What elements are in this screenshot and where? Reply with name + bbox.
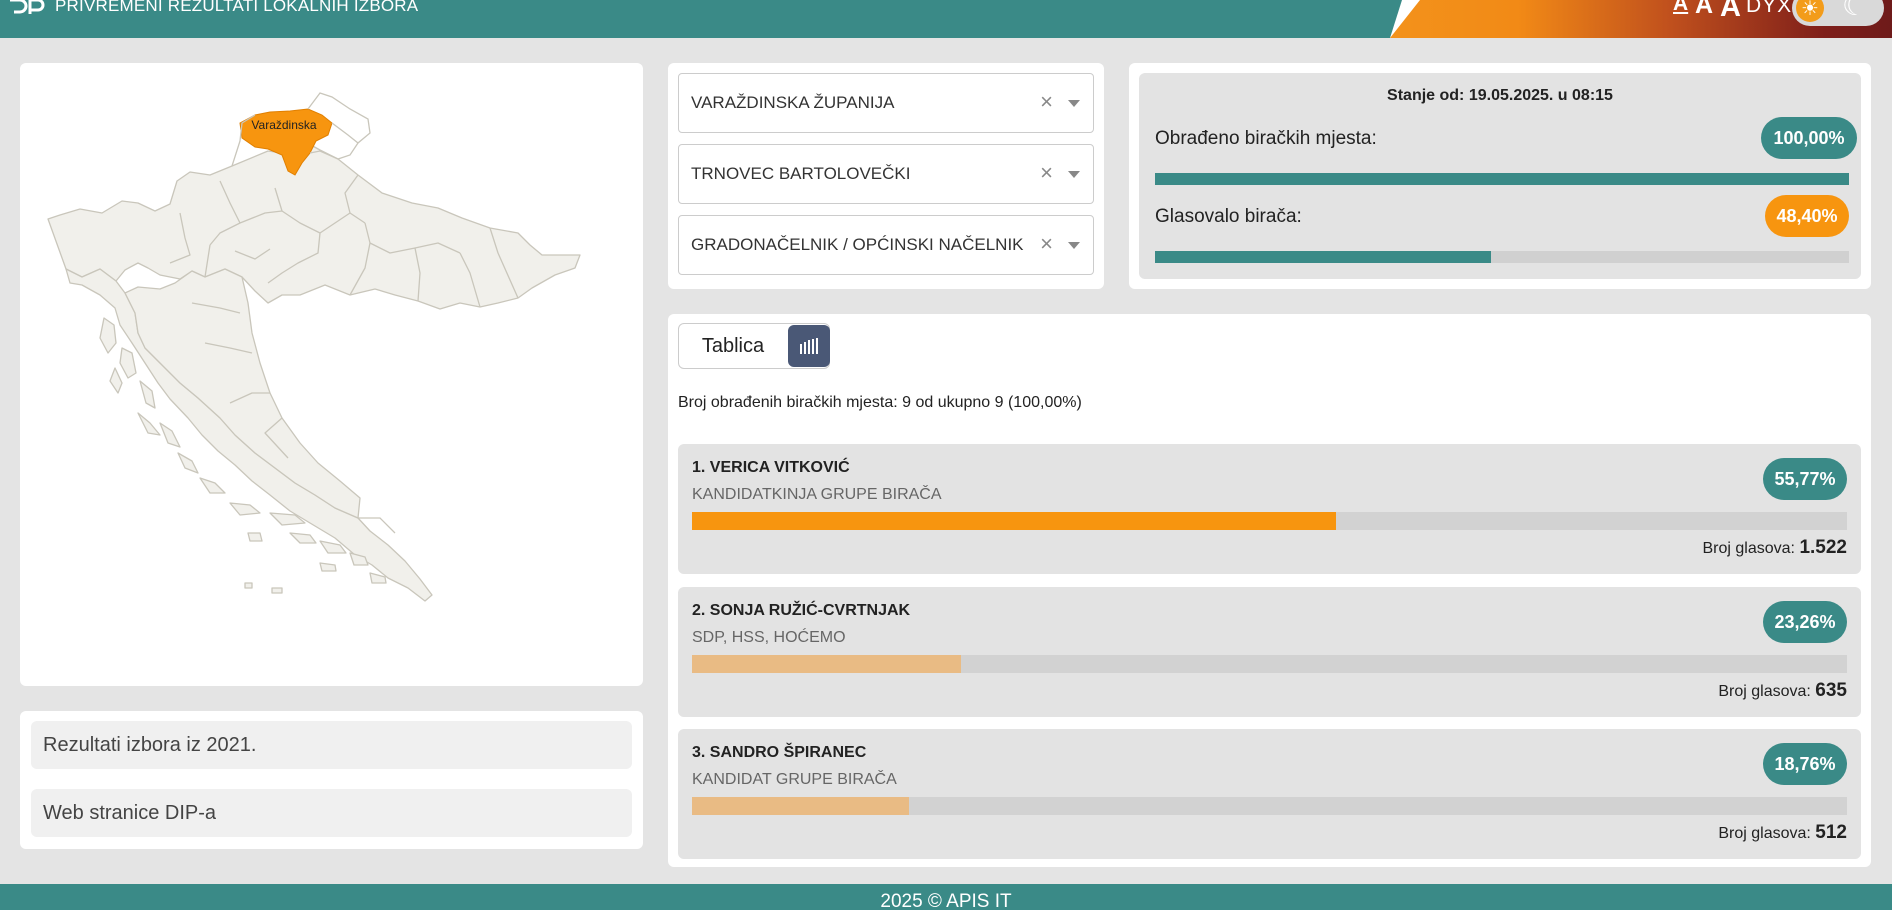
candidate-progress bbox=[692, 512, 1847, 530]
processed-badge: 100,00% bbox=[1761, 117, 1857, 159]
view-toggle: Tablica bbox=[678, 323, 830, 369]
footer: 2025 © APIS IT bbox=[0, 884, 1892, 910]
sun-icon[interactable]: ☀ bbox=[1796, 0, 1824, 22]
candidate-card: 2. SONJA RUŽIĆ-CVRTNJAK SDP, HSS, HOĆEMO… bbox=[678, 587, 1861, 717]
votes-label: Broj glasova: bbox=[1702, 540, 1796, 557]
candidate-party: KANDIDATKINJA GRUPE BIRAČA bbox=[692, 486, 942, 503]
turnout-label: Glasovalo birača: bbox=[1155, 206, 1302, 227]
candidate-progress-fill bbox=[692, 797, 909, 815]
county-select-value: VARAŽDINSKA ŽUPANIJA bbox=[691, 93, 895, 112]
votes-value: 512 bbox=[1815, 822, 1847, 843]
municipality-select-value: TRNOVEC BARTOLOVEČKI bbox=[691, 164, 911, 183]
map-island bbox=[247, 532, 263, 542]
map-island bbox=[109, 367, 123, 394]
map-island bbox=[119, 347, 137, 379]
font-size-small-button[interactable]: A bbox=[1673, 0, 1688, 14]
theme-toggle[interactable]: ☀ ☾ bbox=[1792, 0, 1884, 26]
candidate-votes: Broj glasova: 512 bbox=[1718, 822, 1847, 844]
bar-chart-icon[interactable] bbox=[788, 325, 830, 367]
clear-icon[interactable]: × bbox=[1040, 162, 1053, 184]
map-island bbox=[137, 412, 161, 436]
map-island bbox=[199, 477, 226, 494]
bar-chart-glyph bbox=[800, 338, 818, 354]
candidate-card: 3. SANDRO ŠPIRANEC KANDIDAT GRUPE BIRAČA… bbox=[678, 729, 1861, 859]
candidate-party: KANDIDAT GRUPE BIRAČA bbox=[692, 771, 897, 788]
map-island bbox=[289, 532, 317, 544]
map-island bbox=[139, 380, 156, 409]
turnout-badge: 48,40% bbox=[1765, 195, 1849, 237]
election-type-select[interactable]: GRADONAČELNIK / OPĆINSKI NAČELNIK × bbox=[678, 215, 1094, 275]
candidate-name: 3. SANDRO ŠPIRANEC bbox=[692, 744, 867, 761]
candidate-party: SDP, HSS, HOĆEMO bbox=[692, 629, 846, 646]
votes-label: Broj glasova: bbox=[1718, 683, 1811, 700]
candidate-percent-badge: 23,26% bbox=[1763, 601, 1847, 643]
processed-progress bbox=[1155, 173, 1849, 185]
chevron-down-icon[interactable] bbox=[1068, 100, 1080, 107]
candidate-progress-fill bbox=[692, 655, 961, 673]
moon-icon[interactable]: ☾ bbox=[1842, 0, 1867, 20]
map-island bbox=[271, 587, 283, 594]
status-box: Stanje od: 19.05.2025. u 08:15 Obrađeno … bbox=[1139, 73, 1861, 279]
link-dip-website[interactable]: Web stranice DIP-a bbox=[31, 789, 632, 837]
candidate-progress-fill bbox=[692, 512, 1337, 530]
map-region bbox=[47, 138, 581, 310]
candidate-progress bbox=[692, 797, 1847, 815]
link-results-2021[interactable]: Rezultati izbora iz 2021. bbox=[31, 721, 632, 769]
votes-label: Broj glasova: bbox=[1718, 825, 1811, 842]
map-island bbox=[229, 502, 261, 516]
app-title: PRIVREMENI REZULTATI LOKALNIH IZBORA bbox=[55, 0, 419, 15]
map-island bbox=[177, 452, 199, 474]
map-island bbox=[244, 582, 253, 589]
candidate-card: 1. VERICA VITKOVIĆ KANDIDATKINJA GRUPE B… bbox=[678, 444, 1861, 574]
tab-table[interactable]: Tablica bbox=[679, 324, 787, 368]
top-header: PRIVREMENI REZULTATI LOKALNIH IZBORA A A… bbox=[0, 0, 1892, 38]
county-select[interactable]: VARAŽDINSKA ŽUPANIJA × bbox=[678, 73, 1094, 133]
croatia-map[interactable]: Varaždinska bbox=[20, 63, 643, 686]
filters-panel: VARAŽDINSKA ŽUPANIJA × TRNOVEC BARTOLOVE… bbox=[668, 63, 1104, 289]
processed-label: Obrađeno biračkih mjesta: bbox=[1155, 128, 1377, 149]
candidate-name: 2. SONJA RUŽIĆ-CVRTNJAK bbox=[692, 602, 911, 619]
candidate-votes: Broj glasova: 635 bbox=[1718, 680, 1847, 702]
candidate-percent-badge: 55,77% bbox=[1763, 458, 1847, 500]
chevron-down-icon[interactable] bbox=[1068, 242, 1080, 249]
turnout-progress-fill bbox=[1155, 251, 1491, 263]
dyslexic-font-button[interactable]: DYX bbox=[1746, 0, 1792, 18]
chevron-down-icon[interactable] bbox=[1068, 171, 1080, 178]
turnout-progress bbox=[1155, 251, 1849, 263]
map-island bbox=[319, 562, 337, 572]
font-size-large-button[interactable]: A bbox=[1720, 0, 1741, 22]
results-panel: Tablica Broj obrađenih biračkih mjesta: … bbox=[668, 314, 1871, 867]
candidate-progress bbox=[692, 655, 1847, 673]
municipality-select[interactable]: TRNOVEC BARTOLOVEČKI × bbox=[678, 144, 1094, 204]
map-island bbox=[159, 422, 181, 448]
logo-icon bbox=[10, 0, 45, 14]
links-panel: Rezultati izbora iz 2021. Web stranice D… bbox=[20, 711, 643, 849]
status-panel: Stanje od: 19.05.2025. u 08:15 Obrađeno … bbox=[1129, 63, 1871, 289]
status-date: Stanje od: 19.05.2025. u 08:15 bbox=[1387, 87, 1613, 104]
map-region bbox=[124, 268, 361, 519]
election-type-select-value: GRADONAČELNIK / OPĆINSKI NAČELNIK bbox=[691, 235, 1024, 254]
clear-icon[interactable]: × bbox=[1040, 91, 1053, 113]
candidate-percent-badge: 18,76% bbox=[1763, 743, 1847, 785]
map-panel: Varaždinska bbox=[20, 63, 643, 686]
processed-stations-text: Broj obrađenih biračkih mjesta: 9 od uku… bbox=[678, 394, 1082, 411]
candidate-votes: Broj glasova: 1.522 bbox=[1703, 537, 1848, 559]
processed-progress-fill bbox=[1155, 173, 1849, 185]
clear-icon[interactable]: × bbox=[1040, 233, 1053, 255]
votes-value: 1.522 bbox=[1799, 537, 1847, 558]
font-size-medium-button[interactable]: A bbox=[1695, 0, 1713, 18]
candidate-name: 1. VERICA VITKOVIĆ bbox=[692, 459, 850, 476]
map-island bbox=[99, 317, 117, 354]
map-region-label: Varaždinska bbox=[251, 118, 316, 132]
votes-value: 635 bbox=[1815, 680, 1847, 701]
